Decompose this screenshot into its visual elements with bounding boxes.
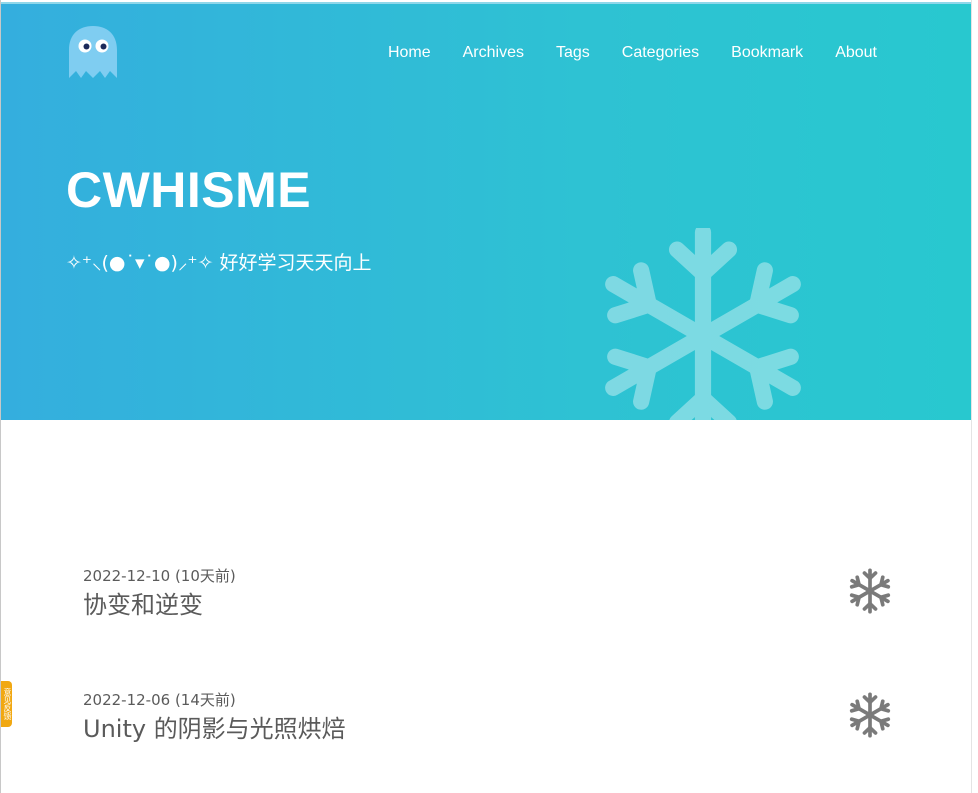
feedback-tab[interactable]: 意见反馈 [1,681,12,727]
site-title: CWHISME [66,162,312,218]
snowflake-icon [847,568,893,614]
ghost-logo-icon[interactable] [67,24,119,80]
post-date: 2022-12-10 (10天前) [83,567,236,585]
scrollbar-thumb[interactable] [972,0,978,793]
post-item: 2022-12-10 (10天前) 协变和逆变 [83,566,903,622]
nav-categories[interactable]: Categories [622,42,699,64]
nav-home[interactable]: Home [388,42,431,64]
nav-archives[interactable]: Archives [463,42,524,64]
hero-banner: Home Archives Tags Categories Bookmark A… [1,2,973,420]
snowflake-decoration-icon [595,228,811,420]
post-title-link[interactable]: Unity 的阴影与光照烘焙 [83,712,903,746]
post-item: 2022-12-06 (14天前) Unity 的阴影与光照烘焙 [83,690,903,746]
nav-about[interactable]: About [835,42,877,64]
page: Home Archives Tags Categories Bookmark A… [0,0,978,793]
hero-top-border [1,2,973,4]
scrollbar[interactable] [971,0,978,793]
post-date: 2022-12-06 (14天前) [83,691,236,709]
nav-tags[interactable]: Tags [556,42,590,64]
snowflake-icon [847,692,893,738]
post-title-link[interactable]: 协变和逆变 [83,588,903,622]
site-subtitle: ✧⁺⸜(●˙▾˙●)⸝⁺✧ 好好学习天天向上 [66,252,372,274]
main-nav: Home Archives Tags Categories Bookmark A… [356,42,877,64]
nav-bookmark[interactable]: Bookmark [731,42,803,64]
